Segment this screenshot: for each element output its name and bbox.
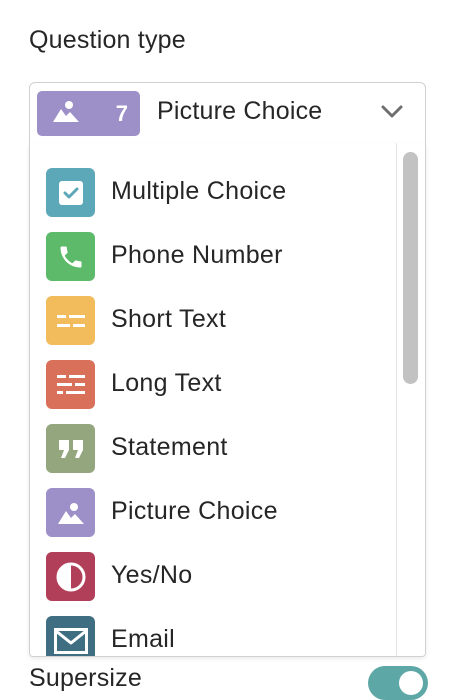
option-label: Multiple Choice [111,177,287,205]
option-label: Yes/No [111,561,193,589]
option-short-text[interactable]: Short Text [30,288,396,352]
checkbox-icon [46,168,95,217]
short-text-icon [46,296,95,345]
option-label: Phone Number [111,241,283,269]
selected-type-label: Picture Choice [157,97,323,125]
picture-icon [46,488,95,537]
option-label: Statement [111,433,228,461]
question-number: 7 [115,100,128,126]
question-type-dropdown: Multiple Choice Phone Number Short Text … [29,143,426,657]
dropdown-scrollbar[interactable] [396,143,425,656]
toggle-knob [399,671,423,695]
option-email[interactable]: Email [30,608,396,656]
option-label: Email [111,625,176,653]
yes-no-icon [46,552,95,601]
option-phone-number[interactable]: Phone Number [30,224,396,288]
question-type-select[interactable]: 7 Picture Choice [29,82,426,144]
selected-type-badge: 7 [37,91,140,136]
question-settings-panel: Question type 7 Picture Choice Multiple … [0,0,462,700]
option-picture-choice[interactable]: Picture Choice [30,480,396,544]
phone-icon [46,232,95,281]
picture-icon [51,99,81,128]
scrollbar-thumb[interactable] [403,152,418,384]
option-label: Short Text [111,305,227,333]
chevron-down-icon[interactable] [381,105,403,119]
question-type-label: Question type [29,26,186,54]
supersize-label: Supersize [29,664,142,692]
option-yes-no[interactable]: Yes/No [30,544,396,608]
quote-icon [46,424,95,473]
long-text-icon [46,360,95,409]
option-long-text[interactable]: Long Text [30,352,396,416]
option-statement[interactable]: Statement [30,416,396,480]
option-label: Long Text [111,369,222,397]
option-label: Picture Choice [111,497,278,525]
envelope-icon [46,616,95,656]
option-multiple-choice[interactable]: Multiple Choice [30,160,396,224]
supersize-toggle[interactable] [368,666,428,700]
